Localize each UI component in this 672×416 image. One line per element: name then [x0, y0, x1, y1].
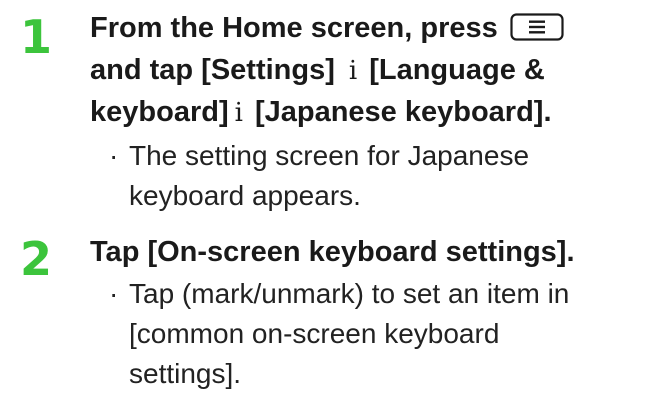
step-1-title-line-3: keyboard] i [Japanese keyboard]. — [90, 92, 668, 133]
step-2-bullet-line-3: settings]. — [129, 358, 242, 389]
step-1-title-japanese-keyboard: [Japanese keyboard]. — [254, 96, 552, 128]
step-2-bullet-line-2: [common on-screen keyboard — [129, 318, 500, 349]
step-1-number: 1 — [20, 10, 53, 64]
arrow-icon: i — [234, 98, 243, 128]
step-1-bullet-line-2: keyboard appears. — [129, 180, 361, 211]
step-2-title: Tap [On-screen keyboard settings]. — [90, 236, 575, 268]
menu-key-icon — [510, 13, 564, 41]
step-1-title-line-2: and tap [Settings] i [Language & — [90, 50, 668, 91]
step-2-bullet: · Tap (mark/unmark) to set an item in [c… — [109, 274, 668, 394]
step-1-title-line-1: From the Home screen, press — [90, 8, 668, 48]
step-2-bullet-line-1: Tap (mark/unmark) to set an item in — [129, 278, 570, 309]
step-1-bullet-line-1: The setting screen for Japanese — [129, 140, 530, 171]
step-1-title-language: [Language & — [369, 54, 545, 86]
arrow-icon: i — [348, 56, 358, 86]
step-1-title-settings: and tap [Settings] — [90, 54, 335, 86]
step-1-title-text: From the Home screen, press — [90, 12, 498, 44]
step-2-number: 2 — [20, 232, 53, 286]
step-1-bullet: · The setting screen for Japanese keyboa… — [109, 136, 668, 216]
step-1-title-keyboard: keyboard] — [90, 96, 229, 128]
page: { "steps": [ { "number": "1", "title": {… — [0, 0, 672, 416]
bullet-mark: · — [109, 140, 119, 171]
bullet-mark: · — [109, 278, 119, 309]
